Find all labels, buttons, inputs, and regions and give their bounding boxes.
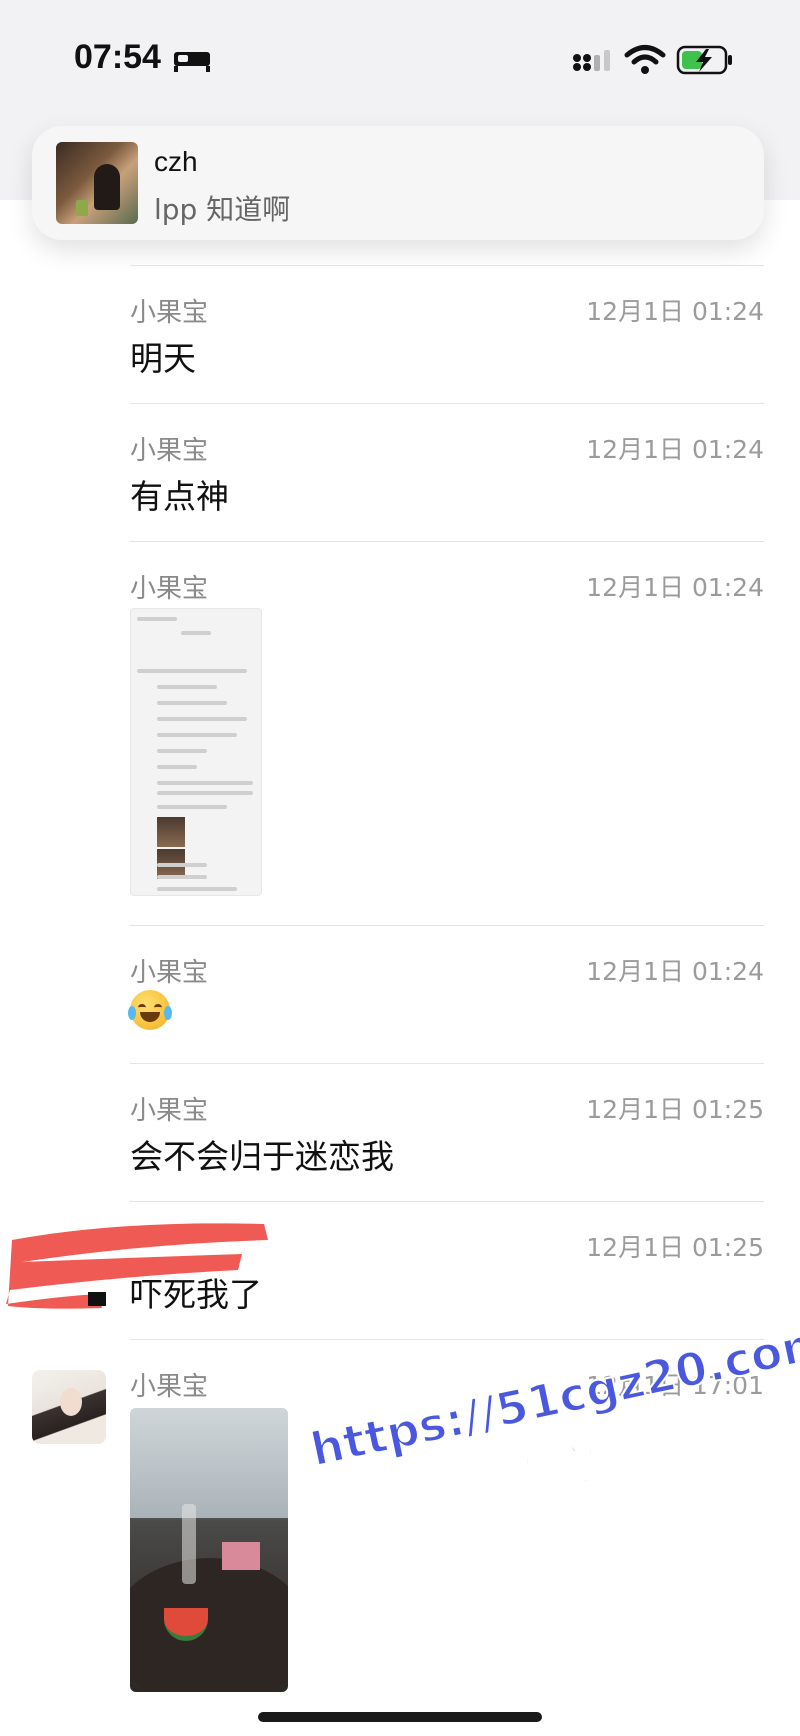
message-time: 12月1日 01:24 xyxy=(586,297,764,326)
divider xyxy=(130,541,764,542)
divider xyxy=(130,1201,764,1202)
sender-name: 小果宝 xyxy=(130,1372,209,1402)
sender-name: 小果宝 xyxy=(130,298,209,328)
watermark: https://51cgz20.com 看完整版 xyxy=(286,1222,800,1526)
notification-banner[interactable]: czh lpp 知道啊 xyxy=(32,126,764,240)
wifi-icon xyxy=(624,45,666,74)
divider xyxy=(130,1063,764,1064)
divider xyxy=(130,403,764,404)
home-indicator[interactable] xyxy=(258,1712,542,1722)
sender-name: 小果宝 xyxy=(130,574,209,604)
notification-sender: czh xyxy=(154,146,198,177)
message-time: 12月1日 01:24 xyxy=(586,435,764,464)
message-time: 12月1日 01:24 xyxy=(586,573,764,602)
divider xyxy=(130,265,764,266)
redaction-scribble xyxy=(6,1223,268,1309)
message-text[interactable]: 有点神 xyxy=(130,470,229,518)
message-text[interactable]: 明天 xyxy=(130,332,196,380)
sender-name: 小果宝 xyxy=(130,958,209,988)
sender-name: 小果宝 xyxy=(130,1096,209,1126)
photo-image[interactable] xyxy=(130,1408,288,1692)
signal-icon xyxy=(573,50,610,71)
sender-avatar[interactable] xyxy=(32,1370,106,1444)
battery-charging-icon xyxy=(676,45,732,75)
crying-laughing-emoji[interactable] xyxy=(128,990,172,1030)
screenshot-image[interactable] xyxy=(130,608,262,896)
message-text[interactable]: 会不会归于迷恋我 xyxy=(130,1130,394,1178)
message-time: 12月1日 01:25 xyxy=(586,1095,764,1124)
notification-message: lpp 知道啊 xyxy=(154,193,291,226)
sender-name: 小果宝 xyxy=(130,436,209,466)
message-time: 12月1日 01:24 xyxy=(586,957,764,986)
status-time: 07:54 xyxy=(74,38,161,76)
bed-icon xyxy=(174,52,210,72)
notification-avatar xyxy=(56,142,138,224)
divider xyxy=(130,925,764,926)
